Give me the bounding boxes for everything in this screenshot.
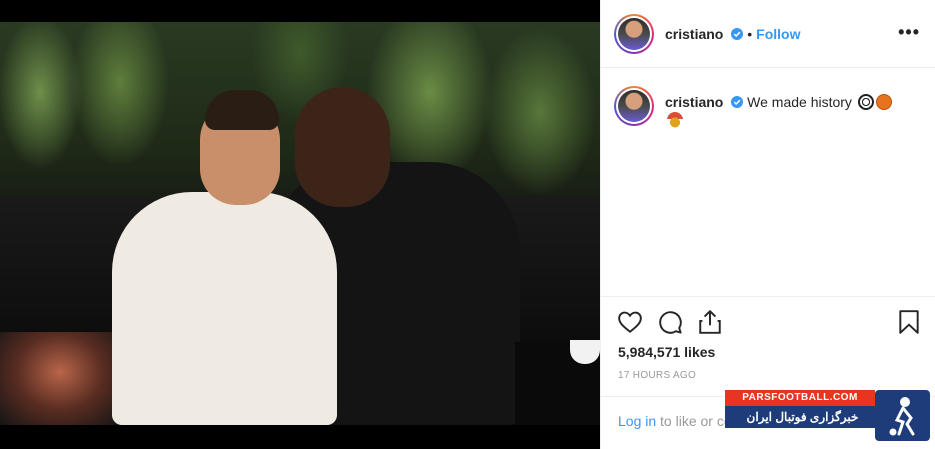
header-username-text[interactable]: cristiano <box>665 26 723 42</box>
post-header: cristiano • Follow ••• <box>601 0 935 68</box>
soccer-ball-emoji-icon <box>857 94 874 110</box>
header-separator: • <box>747 25 753 42</box>
avatar-ring-inner <box>616 88 652 124</box>
avatar-image <box>618 17 650 50</box>
photo-person-left-hair <box>205 90 279 130</box>
post-photo-area <box>0 0 600 449</box>
caption-username[interactable]: cristiano <box>665 94 723 110</box>
actions-divider <box>601 296 935 297</box>
post-photo[interactable] <box>0 22 600 425</box>
photo-person-right-head <box>295 87 390 207</box>
watermark-site: PARSFOOTBALL.COM <box>725 390 875 406</box>
caption-avatar[interactable] <box>614 86 654 126</box>
login-link[interactable]: Log in <box>618 413 656 429</box>
watermark: PARSFOOTBALL.COM خبرگزاری فوتبال ایران <box>725 390 930 441</box>
watermark-logo <box>875 390 930 441</box>
verified-badge-icon <box>731 96 744 108</box>
basketball-emoji-icon <box>875 94 892 110</box>
avatar-ring-inner <box>616 15 652 52</box>
bookmark-icon[interactable] <box>896 309 922 335</box>
more-options-icon[interactable]: ••• <box>898 22 920 43</box>
post-caption: cristiano We made history <box>614 86 924 129</box>
watermark-tagline: خبرگزاری فوتبال ایران <box>725 406 880 428</box>
caption-text: cristiano We made history <box>665 86 892 129</box>
header-avatar[interactable] <box>614 13 654 54</box>
likes-count[interactable]: 5,984,571 likes <box>618 344 715 360</box>
caption-message: We made history <box>747 94 852 110</box>
avatar-image <box>618 90 650 122</box>
share-icon[interactable] <box>697 309 723 335</box>
post-timestamp[interactable]: 17 HOURS AGO <box>618 370 696 381</box>
photo-firepit <box>0 332 120 425</box>
medal-emoji-icon <box>667 112 683 128</box>
post-actions <box>617 309 922 337</box>
verified-badge-icon <box>731 27 744 40</box>
header-username[interactable]: cristiano <box>665 26 744 42</box>
heart-icon[interactable] <box>617 309 643 335</box>
comment-bubble-icon[interactable] <box>657 309 683 335</box>
post-side-panel: cristiano • Follow ••• cristiano We made… <box>600 0 935 449</box>
follow-button[interactable]: Follow <box>756 26 800 42</box>
footballer-logo-icon <box>889 396 914 435</box>
photo-person-left-body <box>112 192 337 425</box>
